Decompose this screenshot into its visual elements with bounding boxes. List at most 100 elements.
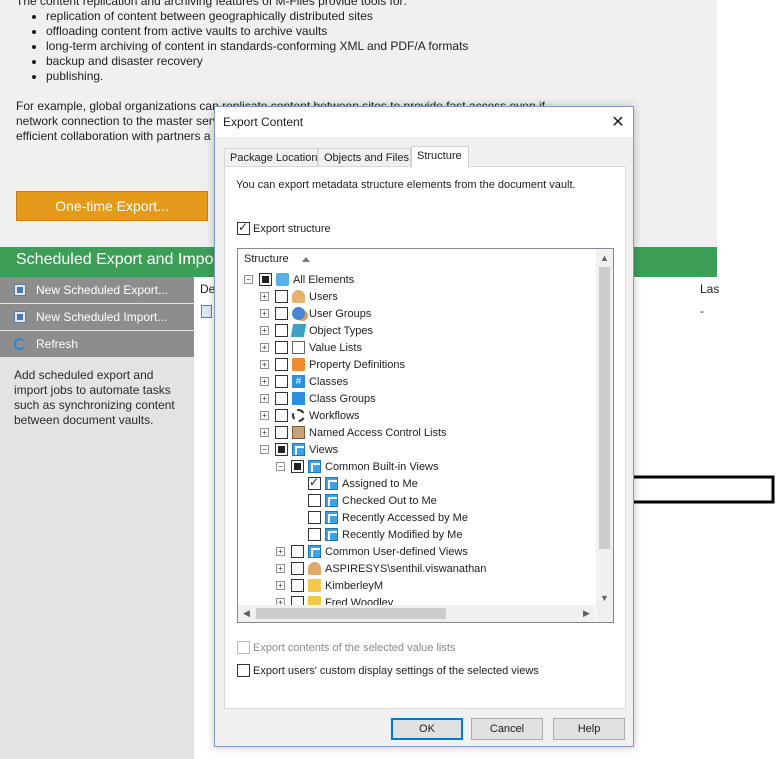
expand-icon[interactable]: + [276, 547, 285, 556]
views-icon [292, 443, 305, 456]
checkbox-unchecked-icon[interactable] [275, 392, 288, 405]
new-scheduled-import-action[interactable]: New Scheduled Import... [0, 304, 194, 330]
tree-item[interactable]: + Common User-defined Views [276, 543, 468, 560]
scroll-left-icon[interactable]: ◀ [238, 605, 255, 622]
help-button[interactable]: Help [553, 718, 625, 740]
checkbox-partial-icon[interactable] [275, 443, 288, 456]
vertical-scrollbar[interactable]: ▲ ▼ [596, 249, 613, 606]
ok-button[interactable]: OK [391, 718, 463, 740]
expand-icon[interactable]: + [260, 377, 269, 386]
checkbox-unchecked-icon[interactable] [291, 545, 304, 558]
action-label: New Scheduled Import... [36, 310, 168, 324]
tree-item[interactable]: + Workflows [260, 407, 360, 424]
structure-description: You can export metadata structure elemen… [236, 179, 576, 191]
refresh-action[interactable]: Refresh [0, 331, 194, 357]
tree-column-header[interactable]: Structure [238, 249, 595, 269]
checkbox-unchecked-icon[interactable] [237, 641, 250, 654]
tree-item-label: Assigned to Me [342, 477, 418, 490]
scroll-down-icon[interactable]: ▼ [596, 589, 613, 606]
tree-item[interactable]: + Value Lists [260, 339, 362, 356]
checkbox-partial-icon[interactable] [291, 460, 304, 473]
checkbox-unchecked-icon[interactable] [275, 409, 288, 422]
tree-item[interactable]: + ASPIRESYS\senthil.viswanathan [276, 560, 486, 577]
folder-icon [308, 579, 321, 592]
export-value-lists-label: Export contents of the selected value li… [253, 641, 456, 654]
collapse-icon[interactable]: − [276, 462, 285, 471]
expand-icon[interactable]: + [276, 564, 285, 573]
tree-item[interactable]: + Property Definitions [260, 356, 405, 373]
checkbox-checked-icon[interactable] [237, 220, 250, 235]
checkbox-unchecked-icon[interactable] [291, 579, 304, 592]
export-content-dialog: Export Content ✕ Package Location Object… [214, 106, 634, 747]
expand-icon[interactable]: + [260, 360, 269, 369]
checkbox-unchecked-icon[interactable] [237, 664, 250, 677]
expand-icon[interactable]: + [260, 411, 269, 420]
structure-tree[interactable]: Structure − All Elements + Users + User Group… [237, 248, 614, 623]
horizontal-scrollbar[interactable]: ◀ ▶ [238, 605, 595, 622]
collapse-icon[interactable]: − [244, 275, 253, 284]
expand-icon[interactable]: + [260, 326, 269, 335]
view-icon [308, 460, 321, 473]
tab-package-location[interactable]: Package Location [224, 148, 318, 167]
scrollbar-corner [596, 605, 613, 622]
column-header-last[interactable]: Las [700, 282, 719, 296]
checkbox-unchecked-icon[interactable] [275, 341, 288, 354]
vertical-scroll-thumb[interactable] [599, 267, 610, 549]
horizontal-scroll-thumb[interactable] [256, 608, 446, 619]
expand-icon[interactable]: + [260, 343, 269, 352]
scroll-up-icon[interactable]: ▲ [596, 249, 613, 266]
checkbox-unchecked-icon[interactable] [275, 426, 288, 439]
checkbox-partial-icon[interactable] [259, 273, 272, 286]
checkbox-unchecked-icon[interactable] [291, 562, 304, 575]
checkbox-checked-icon[interactable] [308, 475, 321, 490]
export-structure-label: Export structure [253, 222, 331, 235]
dialog-titlebar[interactable]: Export Content ✕ [215, 107, 633, 137]
checkbox-unchecked-icon[interactable] [308, 494, 321, 507]
tree-item[interactable]: + # Classes [260, 373, 348, 390]
tree-item[interactable]: + KimberleyM [276, 577, 383, 594]
tree-item-label: Value Lists [309, 341, 362, 354]
tree-item[interactable]: + Named Access Control Lists [260, 424, 447, 441]
cancel-button[interactable]: Cancel [471, 718, 543, 740]
tree-item[interactable]: Recently Accessed by Me [308, 509, 468, 526]
export-custom-display-checkbox[interactable]: Export users' custom display settings of… [237, 664, 539, 677]
tree-item-label: All Elements [293, 273, 355, 286]
checkbox-unchecked-icon[interactable] [275, 324, 288, 337]
checkbox-unchecked-icon[interactable] [275, 375, 288, 388]
tree-item[interactable]: + User Groups [260, 305, 371, 322]
tree-item[interactable]: − Common Built-in Views [276, 458, 439, 475]
tree-item[interactable]: + Users [260, 288, 338, 305]
tab-structure[interactable]: Structure [411, 146, 469, 168]
checkbox-unchecked-icon[interactable] [308, 511, 321, 524]
expand-icon[interactable]: + [276, 581, 285, 590]
expand-icon[interactable]: + [260, 394, 269, 403]
new-scheduled-export-action[interactable]: New Scheduled Export... [0, 277, 194, 303]
feature-list: replication of content between geographi… [16, 9, 706, 84]
tree-item[interactable]: + Class Groups [260, 390, 376, 407]
tree-item[interactable]: − Views [260, 441, 338, 458]
view-icon [325, 477, 338, 490]
tree-item-label: Common User-defined Views [325, 545, 468, 558]
expand-icon[interactable]: + [260, 309, 269, 318]
checkbox-unchecked-icon[interactable] [275, 358, 288, 371]
tree-item[interactable]: + Object Types [260, 322, 373, 339]
tree-item[interactable]: Checked Out to Me [308, 492, 437, 509]
tab-objects-and-files[interactable]: Objects and Files [318, 148, 411, 167]
close-icon[interactable]: ✕ [607, 111, 629, 133]
collapse-icon[interactable]: − [260, 445, 269, 454]
tree-item[interactable]: − All Elements [244, 271, 354, 288]
export-value-lists-checkbox[interactable]: Export contents of the selected value li… [237, 641, 455, 654]
checkbox-unchecked-icon[interactable] [275, 307, 288, 320]
expand-icon[interactable]: + [260, 292, 269, 301]
expand-icon[interactable]: + [260, 428, 269, 437]
one-time-export-button[interactable]: One-time Export... [16, 191, 208, 221]
tree-item-label: ASPIRESYS\senthil.viswanathan [325, 562, 487, 575]
tree-item[interactable]: Assigned to Me [308, 475, 418, 492]
tree-item[interactable]: Recently Modified by Me [308, 526, 462, 543]
checkbox-unchecked-icon[interactable] [275, 290, 288, 303]
checkbox-unchecked-icon[interactable] [308, 528, 321, 541]
scroll-right-icon[interactable]: ▶ [578, 605, 595, 622]
structure-tab-panel: You can export metadata structure elemen… [224, 166, 626, 709]
list-cell-value: - [700, 304, 704, 318]
export-structure-checkbox[interactable]: Export structure [237, 220, 331, 235]
